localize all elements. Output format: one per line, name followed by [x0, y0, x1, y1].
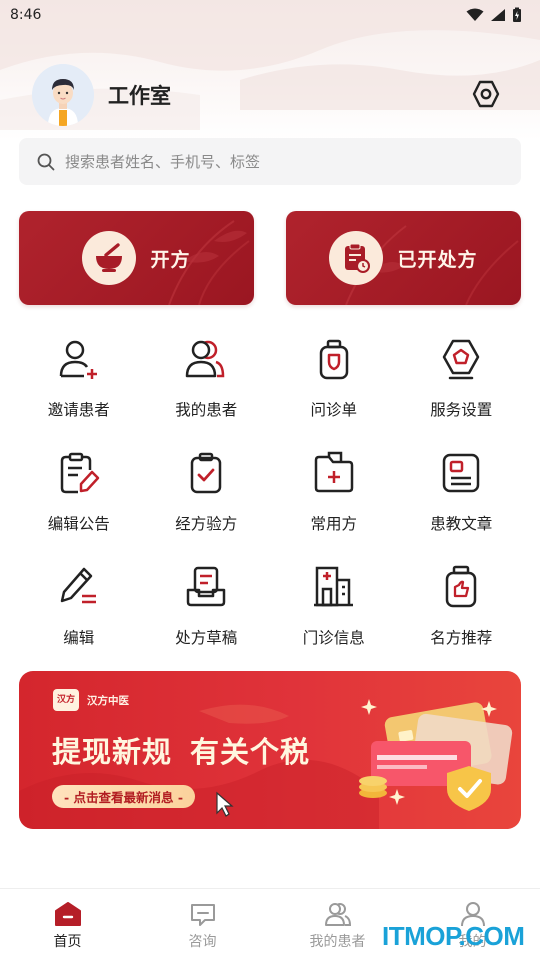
service-settings-icon — [443, 339, 480, 380]
banner-cta[interactable]: - 点击查看最新消息 - — [52, 785, 196, 808]
consult-form-icon — [319, 339, 348, 380]
my-patients-icon — [186, 340, 225, 378]
edit-icon — [60, 567, 96, 604]
status-bar: 8:46 — [0, 0, 540, 30]
invite-patient-icon — [59, 340, 97, 379]
status-time: 8:46 — [10, 7, 42, 23]
search-bar[interactable] — [19, 138, 521, 185]
grid-label: 常用方 — [310, 515, 357, 533]
edit-notice-icon — [60, 452, 99, 494]
grid-label: 编辑 — [63, 629, 95, 647]
thumbs-up-jar-icon — [446, 565, 477, 608]
tab-consult[interactable]: 咨询 — [135, 889, 270, 960]
tab-label: 我的患者 — [309, 934, 366, 950]
patients-icon — [324, 903, 351, 926]
grid-label: 经方验方 — [175, 515, 238, 533]
page-title: 工作室 — [108, 84, 171, 108]
promo-banner[interactable]: 汉方 汉方中医 提现新规 有关个税 - 点击查看最新消息 - — [19, 671, 521, 829]
grid-item-edit-notice[interactable]: 编辑公告 — [15, 442, 143, 556]
battery-icon — [513, 7, 521, 22]
settings-button[interactable] — [470, 78, 502, 110]
hexagon-settings-icon — [472, 80, 500, 108]
tab-home[interactable]: 首页 — [0, 889, 135, 960]
headline-part-1: 提现新规 — [52, 735, 173, 769]
signal-icon — [491, 9, 505, 21]
search-icon — [37, 153, 55, 170]
patient-education-icon — [443, 453, 480, 493]
grid-item-classic-prescription[interactable]: 经方验方 — [143, 442, 271, 556]
headline-part-2: 有关个税 — [190, 735, 311, 769]
prescribe-button[interactable]: 开方 — [19, 211, 254, 305]
home-icon — [54, 902, 81, 926]
prescription-draft-icon — [187, 566, 226, 607]
feature-grid: 邀请患者 我的患者 问诊单 服务设置 编辑公告 经方验方 常用方 患教文章 编辑… — [15, 328, 525, 670]
grid-item-clinic-info[interactable]: 门诊信息 — [270, 556, 398, 670]
wifi-icon — [466, 8, 484, 21]
watermark: ITMOP.COM — [382, 921, 525, 951]
chat-icon — [190, 904, 215, 926]
banner-headline: 提现新规 有关个税 — [52, 729, 310, 771]
grid-item-my-patients[interactable]: 我的患者 — [143, 328, 271, 442]
grid-label: 服务设置 — [430, 401, 493, 419]
grid-item-service-settings[interactable]: 服务设置 — [398, 328, 526, 442]
tab-label: 咨询 — [188, 934, 217, 950]
grid-label: 名方推荐 — [430, 629, 493, 647]
grid-label: 问诊单 — [310, 401, 357, 419]
grid-item-prescription-draft[interactable]: 处方草稿 — [143, 556, 271, 670]
profile-header: 工作室 — [32, 62, 512, 128]
tab-label: 首页 — [53, 934, 82, 950]
issued-prescriptions-label: 已开处方 — [397, 248, 478, 271]
grid-label: 我的患者 — [175, 401, 238, 419]
grid-item-consult-form[interactable]: 问诊单 — [270, 328, 398, 442]
grid-label: 邀请患者 — [47, 401, 110, 419]
brand-logo: 汉方 — [53, 689, 79, 711]
brand-name: 汉方中医 — [87, 694, 129, 707]
avatar[interactable] — [32, 64, 94, 126]
prescribe-label: 开方 — [150, 248, 191, 271]
issued-prescriptions-button[interactable]: 已开处方 — [286, 211, 521, 305]
common-prescription-icon — [314, 451, 353, 493]
grid-label: 患教文章 — [430, 515, 493, 533]
grid-item-patient-education[interactable]: 患教文章 — [398, 442, 526, 556]
grid-item-edit[interactable]: 编辑 — [15, 556, 143, 670]
grid-item-common-prescription[interactable]: 常用方 — [270, 442, 398, 556]
grid-label: 处方草稿 — [175, 629, 238, 647]
search-input[interactable] — [65, 152, 485, 171]
grid-label: 编辑公告 — [47, 515, 110, 533]
grid-label: 门诊信息 — [302, 629, 365, 647]
grid-item-invite-patient[interactable]: 邀请患者 — [15, 328, 143, 442]
clinic-building-icon — [313, 566, 353, 607]
brand: 汉方 汉方中医 — [53, 689, 129, 711]
grid-item-famous-prescription[interactable]: 名方推荐 — [398, 556, 526, 670]
classic-prescription-icon — [191, 452, 222, 494]
